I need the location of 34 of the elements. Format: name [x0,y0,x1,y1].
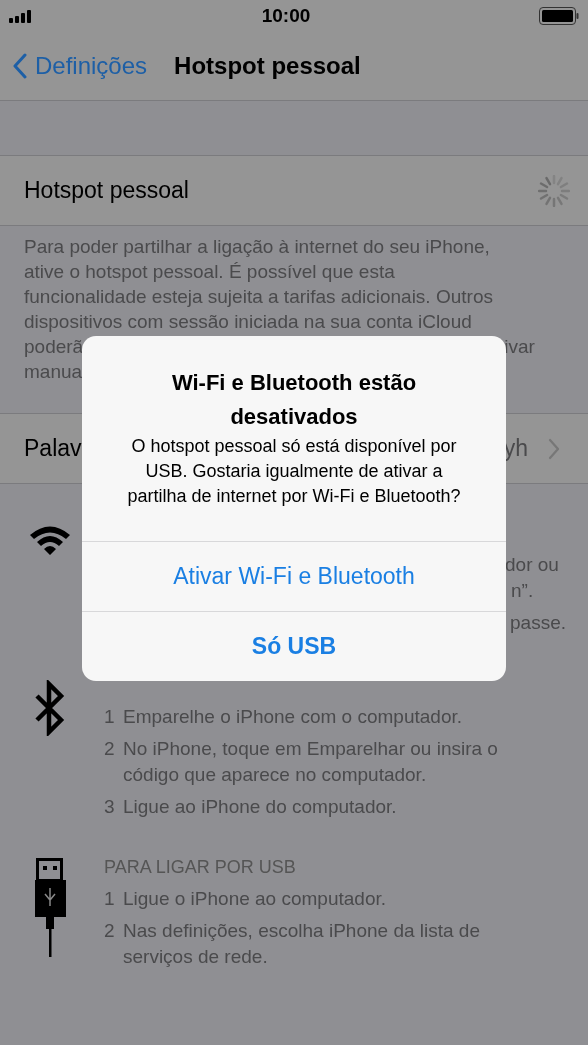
signal-icon [9,9,33,23]
step-text: Ligue ao iPhone do computador. [123,795,398,819]
chevron-right-icon [548,437,560,460]
alert-message: O hotspot pessoal só está disponível por USB. Gostaria igualmente de ativar a partilha de internet por Wi-Fi e Bluetooth? [126,435,462,508]
instruction-fragment: passe. [510,611,566,635]
hotspot-row[interactable]: Hotspot pessoal [0,155,588,226]
row-label: Hotspot pessoal [24,177,189,204]
alert-button[interactable]: Só USB [82,611,506,681]
chevron-left-icon [13,53,27,79]
alert-title: Wi-Fi e Bluetooth estão desativados [170,369,418,431]
status-time: 10:00 [261,5,311,27]
step-text: No iPhone, toque em Emparelhar ou insira o código que aparece no computador. [123,737,499,787]
instruction-fragment: n”. [511,579,535,603]
step-number: 2 [104,737,116,761]
back-button[interactable]: Definições [0,52,148,80]
instruction-fragment: dor ou [505,553,560,577]
step-text: Nas definições, escolha iPhone da lista de serviços de rede. [123,919,481,969]
usb-cable-icon [33,858,67,958]
battery-icon [539,7,579,25]
step-text: Emparelhe o iPhone com o computador. [123,705,464,729]
step-text: Ligue o iPhone ao computador. [123,887,388,911]
description-fragment: ivar [504,335,535,359]
step-number: 1 [104,887,116,911]
wifi-icon [28,524,72,556]
step-number: 1 [104,705,116,729]
step-number: 2 [104,919,116,943]
step-number: 3 [104,795,116,819]
page-title: Hotspot pessoal [174,52,361,80]
description-fragment: poderã [24,335,84,359]
row-label: Palav [24,435,82,462]
description-fragment: manua [24,360,83,384]
alert-button[interactable]: Ativar Wi-Fi e Bluetooth [82,541,506,611]
section-heading: PARA LIGAR POR USB [104,856,297,879]
bluetooth-icon [33,680,67,736]
